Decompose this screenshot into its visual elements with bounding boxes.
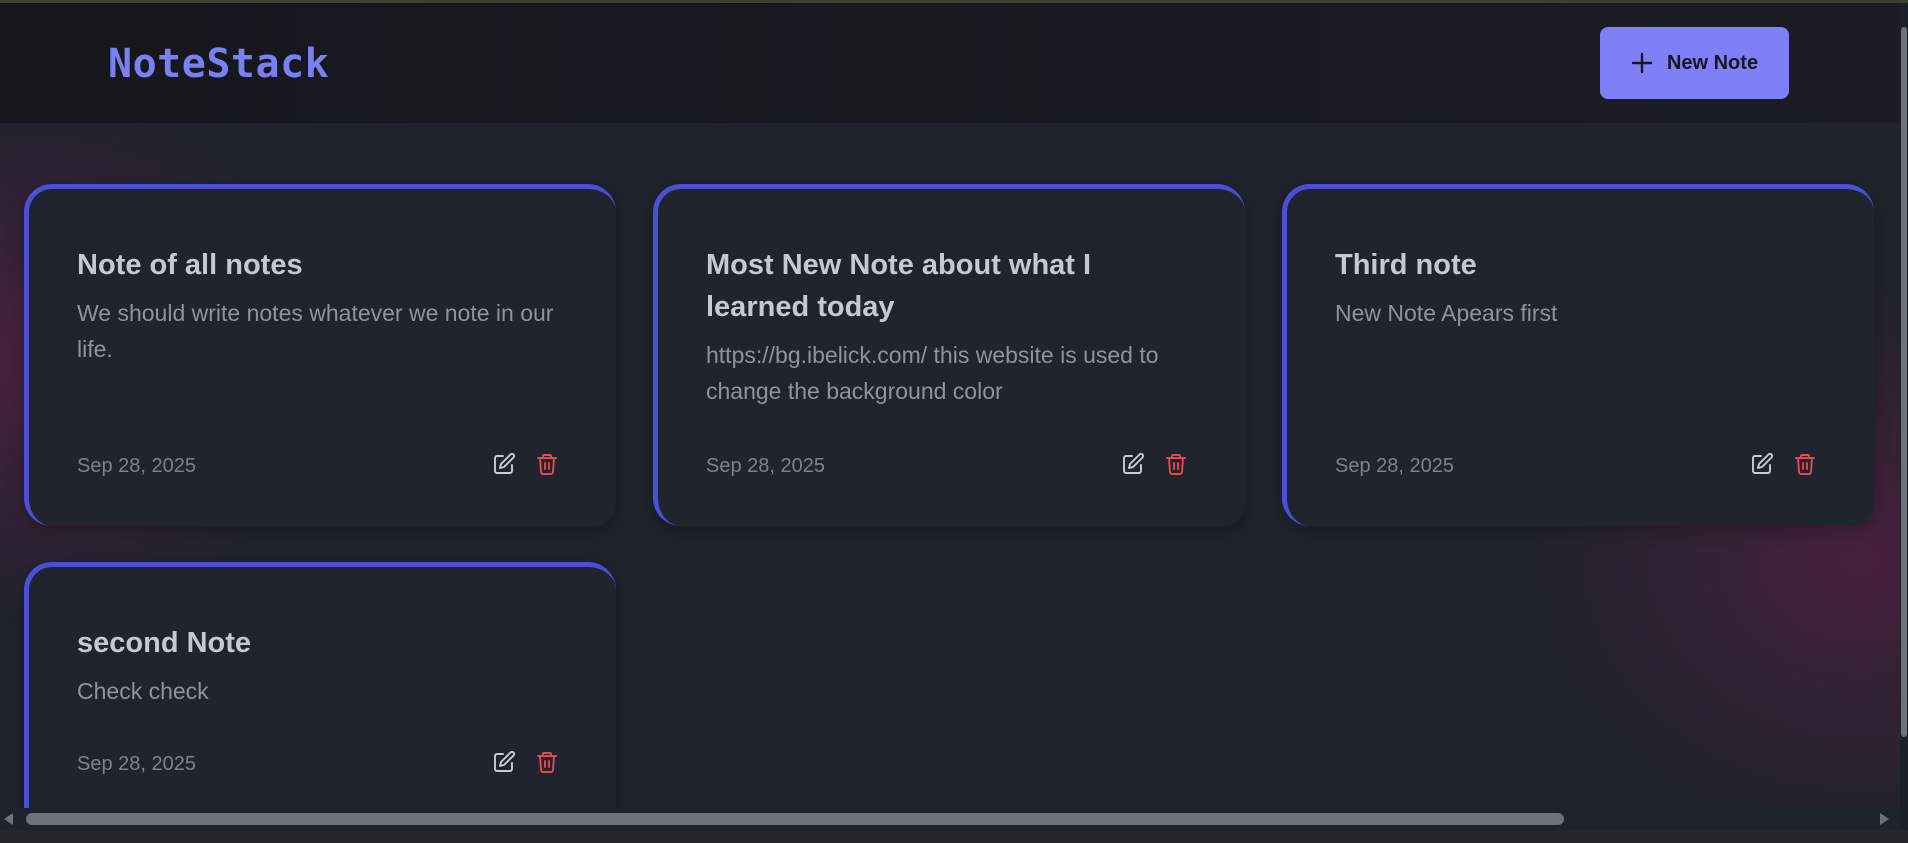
trash-icon[interactable]	[1164, 452, 1188, 476]
note-body: We should write notes whatever we note i…	[77, 300, 554, 362]
note-body: https://bg.ibelick.com/ this website is …	[706, 342, 1159, 404]
scroll-left-arrow-icon[interactable]	[4, 813, 13, 825]
edit-icon[interactable]	[492, 750, 516, 774]
app-header: NoteStack New Note	[0, 3, 1900, 123]
plus-icon	[1631, 52, 1653, 74]
note-title: second Note	[77, 627, 252, 659]
horizontal-scrollbar[interactable]	[0, 808, 1900, 830]
edit-icon[interactable]	[1121, 452, 1145, 476]
note-title: Note of all notes	[77, 249, 303, 281]
note-date: Sep 28, 2025	[77, 753, 196, 775]
edit-icon[interactable]	[492, 452, 516, 476]
note-card[interactable]: Third note New Note Apears first Sep 28,…	[1282, 184, 1874, 526]
note-date: Sep 28, 2025	[706, 455, 825, 477]
horizontal-scroll-thumb[interactable]	[26, 813, 1564, 825]
new-note-label: New Note	[1666, 51, 1759, 74]
note-date: Sep 28, 2025	[77, 455, 196, 477]
note-body: New Note Apears first	[1335, 300, 1558, 326]
trash-icon[interactable]	[535, 750, 559, 774]
note-title: Most New Note about what I learned today	[706, 249, 1092, 323]
app-logo[interactable]: NoteStack	[108, 41, 329, 87]
vertical-scroll-thumb[interactable]	[1901, 27, 1907, 737]
trash-icon[interactable]	[535, 452, 559, 476]
scroll-right-arrow-icon[interactable]	[1880, 813, 1889, 825]
vertical-scrollbar[interactable]	[1900, 3, 1908, 833]
note-card[interactable]: Note of all notes We should write notes …	[24, 184, 616, 526]
note-card[interactable]: second Note Check check Sep 28, 2025	[24, 562, 616, 822]
note-card[interactable]: Most New Note about what I learned today…	[653, 184, 1245, 526]
note-body: Check check	[77, 678, 209, 704]
note-title: Third note	[1335, 249, 1477, 281]
new-note-button[interactable]: New Note	[1600, 27, 1789, 99]
edit-icon[interactable]	[1750, 452, 1774, 476]
trash-icon[interactable]	[1793, 452, 1817, 476]
note-date: Sep 28, 2025	[1335, 455, 1454, 477]
bottom-edge	[0, 830, 1908, 843]
